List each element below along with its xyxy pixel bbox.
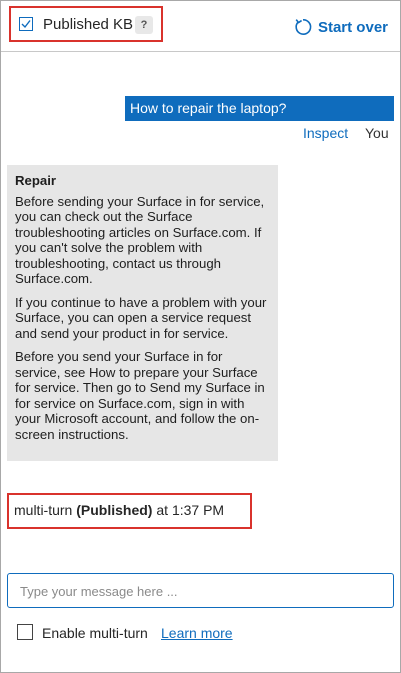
- enable-multi-turn-label[interactable]: Enable multi-turn: [42, 625, 148, 641]
- start-over-button[interactable]: Start over: [292, 15, 388, 39]
- response-paragraph: If you continue to have a problem with y…: [15, 294, 267, 341]
- response-paragraph: Before you send your Surface in for serv…: [15, 349, 265, 442]
- test-panel: Published KB ? Start over How to repair …: [0, 0, 401, 673]
- meta-status: (Published): [76, 502, 153, 518]
- sender-label: You: [365, 125, 389, 141]
- test-panel-header: Published KB ? Start over: [1, 1, 400, 52]
- bot-response-bubble: Repair Before sending your Surface in fo…: [7, 165, 278, 461]
- response-meta: multi-turn (Published) at 1:37 PM: [14, 502, 224, 518]
- start-over-label: Start over: [317, 18, 388, 36]
- published-kb-label[interactable]: Published KB: [43, 16, 133, 33]
- message-input-container[interactable]: [7, 573, 394, 608]
- response-title: Repair: [15, 173, 57, 188]
- enable-multi-turn-checkbox[interactable]: [17, 624, 33, 640]
- published-kb-checkbox[interactable]: [19, 17, 33, 31]
- help-icon[interactable]: ?: [135, 16, 153, 34]
- meta-time: at 1:37 PM: [156, 502, 225, 518]
- refresh-icon: [295, 18, 312, 35]
- response-paragraph: Before sending your Surface in for servi…: [15, 193, 265, 287]
- user-message-bubble: How to repair the laptop?: [125, 96, 394, 121]
- message-input[interactable]: [18, 580, 382, 602]
- learn-more-link[interactable]: Learn more: [161, 625, 233, 641]
- meta-prefix: multi-turn: [14, 502, 73, 518]
- checkmark-icon: [21, 20, 31, 29]
- inspect-link[interactable]: Inspect: [303, 125, 348, 141]
